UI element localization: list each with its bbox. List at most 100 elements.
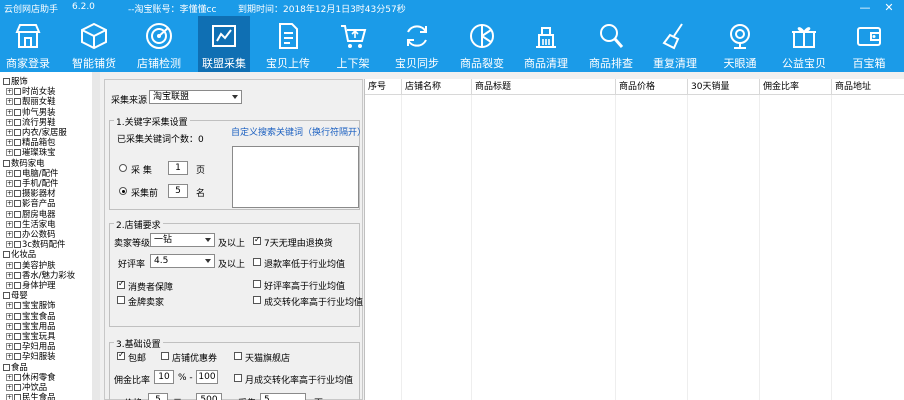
- free-shipping-checkbox[interactable]: [117, 350, 125, 360]
- tree-checkbox[interactable]: [14, 200, 21, 208]
- tree-checkbox[interactable]: [14, 394, 21, 400]
- custom-keyword-link[interactable]: 自定义搜索关键词（换行符隔开）: [231, 125, 366, 138]
- tree-checkbox[interactable]: [14, 139, 21, 147]
- expand-icon[interactable]: +: [6, 118, 13, 126]
- conversion-rate-checkbox[interactable]: [253, 296, 261, 304]
- tree-checkbox[interactable]: [14, 333, 21, 340]
- toolbar-merchant-login-button[interactable]: 商家登录: [2, 16, 54, 72]
- expand-icon[interactable]: +: [6, 241, 13, 249]
- monthly-conversion-checkbox[interactable]: [234, 374, 242, 382]
- tree-subcategory[interactable]: + 民生食品: [6, 392, 56, 400]
- tree-checkbox[interactable]: [14, 322, 21, 330]
- expand-icon[interactable]: +: [6, 190, 13, 198]
- expand-icon[interactable]: +: [6, 169, 13, 177]
- toolbar-item-sync-button[interactable]: 宝贝同步: [391, 16, 443, 72]
- price-max-input[interactable]: 500: [196, 393, 222, 400]
- tree-checkbox[interactable]: [14, 282, 21, 289]
- tree-checkbox[interactable]: [14, 169, 21, 177]
- consumer-protection-checkbox[interactable]: [117, 279, 125, 289]
- expand-icon[interactable]: +: [6, 282, 13, 289]
- toolbar-item-upload-button[interactable]: 宝贝上传: [262, 16, 314, 72]
- column-header-commission[interactable]: 佣金比率: [760, 79, 832, 95]
- commission-min-input[interactable]: 10: [154, 370, 174, 384]
- column-header-price[interactable]: 商品价格: [616, 79, 688, 95]
- collect-pages-input[interactable]: 1: [168, 161, 188, 175]
- collect-top-radio[interactable]: [119, 187, 127, 195]
- column-header-index[interactable]: 序号: [365, 79, 402, 95]
- custom-keyword-textarea[interactable]: [232, 146, 359, 208]
- tree-checkbox[interactable]: [14, 108, 21, 116]
- toolbar-alliance-collect-button[interactable]: 联盟采集: [198, 16, 250, 72]
- toolbar-shelf-button[interactable]: 上下架: [327, 16, 379, 72]
- tree-checkbox[interactable]: [14, 373, 21, 381]
- toolbar-smart-distribution-button[interactable]: 智能铺货: [68, 16, 120, 72]
- tree-checkbox[interactable]: [14, 190, 21, 198]
- toolbar-charity-item-button[interactable]: 公益宝贝: [778, 16, 830, 72]
- expand-icon[interactable]: +: [6, 302, 13, 310]
- expand-icon[interactable]: +: [6, 129, 13, 136]
- expand-icon[interactable]: +: [6, 200, 13, 208]
- column-header-title[interactable]: 商品标题: [472, 79, 616, 95]
- toolbar-item-check-button[interactable]: 商品排查: [585, 16, 637, 72]
- expand-icon[interactable]: +: [6, 88, 13, 96]
- tree-scrollbar[interactable]: [92, 72, 100, 400]
- seven-day-return-checkbox[interactable]: [253, 235, 261, 245]
- tree-checkbox[interactable]: [3, 292, 10, 300]
- tree-checkbox[interactable]: [14, 231, 21, 238]
- expand-icon[interactable]: +: [6, 271, 13, 279]
- toolbar-sky-eye-button[interactable]: 天眼通: [714, 16, 766, 72]
- expand-icon[interactable]: +: [6, 343, 13, 351]
- gold-seller-checkbox[interactable]: [117, 296, 125, 304]
- expand-icon[interactable]: +: [6, 98, 13, 106]
- shop-coupon-checkbox[interactable]: [161, 352, 169, 360]
- expand-icon[interactable]: +: [6, 373, 13, 381]
- tree-checkbox[interactable]: [14, 180, 21, 187]
- toolbar-item-clean-button[interactable]: 商品清理: [520, 16, 572, 72]
- collect-pages-basic-input[interactable]: 5: [260, 393, 306, 400]
- expand-icon[interactable]: +: [6, 139, 13, 147]
- minimize-button[interactable]: —: [854, 0, 876, 16]
- tree-checkbox[interactable]: [14, 353, 21, 361]
- expand-icon[interactable]: +: [6, 333, 13, 340]
- tree-checkbox[interactable]: [14, 88, 21, 96]
- tree-checkbox[interactable]: [14, 384, 21, 391]
- column-header-url[interactable]: 商品地址: [832, 79, 904, 95]
- tree-checkbox[interactable]: [3, 363, 10, 371]
- tree-checkbox[interactable]: [14, 210, 21, 218]
- tree-checkbox[interactable]: [14, 261, 21, 269]
- price-min-input[interactable]: 5: [148, 393, 168, 400]
- column-header-shop-name[interactable]: 店铺名称: [402, 79, 472, 95]
- tree-checkbox[interactable]: [14, 271, 21, 279]
- toolbar-item-split-button[interactable]: 商品裂变: [456, 16, 508, 72]
- tree-checkbox[interactable]: [3, 159, 10, 167]
- seller-level-select[interactable]: 一钻: [150, 233, 215, 247]
- expand-icon[interactable]: +: [6, 180, 13, 187]
- commission-max-input[interactable]: 100: [196, 370, 218, 384]
- tree-checkbox[interactable]: [14, 302, 21, 310]
- expand-icon[interactable]: +: [6, 322, 13, 330]
- tree-checkbox[interactable]: [14, 220, 21, 228]
- collect-top-input[interactable]: 5: [168, 184, 188, 198]
- expand-icon[interactable]: +: [6, 353, 13, 361]
- toolbar-treasure-box-button[interactable]: 百宝箱: [843, 16, 895, 72]
- tree-checkbox[interactable]: [14, 241, 21, 249]
- tree-checkbox[interactable]: [14, 343, 21, 351]
- expand-icon[interactable]: +: [6, 384, 13, 391]
- refund-rate-checkbox[interactable]: [253, 258, 261, 266]
- tree-checkbox[interactable]: [14, 149, 21, 157]
- tmall-flagship-checkbox[interactable]: [234, 352, 242, 360]
- expand-icon[interactable]: +: [6, 261, 13, 269]
- toolbar-duplicate-clean-button[interactable]: 重复清理: [649, 16, 701, 72]
- tree-checkbox[interactable]: [3, 78, 10, 85]
- collect-pages-radio[interactable]: [119, 164, 127, 172]
- expand-icon[interactable]: +: [6, 220, 13, 228]
- tree-checkbox[interactable]: [14, 98, 21, 106]
- good-rate-checkbox[interactable]: [253, 280, 261, 288]
- source-select[interactable]: 淘宝联盟: [149, 90, 242, 104]
- tree-checkbox[interactable]: [14, 118, 21, 126]
- tree-checkbox[interactable]: [3, 251, 10, 259]
- expand-icon[interactable]: +: [6, 312, 13, 320]
- expand-icon[interactable]: +: [6, 231, 13, 238]
- expand-icon[interactable]: +: [6, 149, 13, 157]
- rating-select[interactable]: 4.5: [150, 254, 215, 268]
